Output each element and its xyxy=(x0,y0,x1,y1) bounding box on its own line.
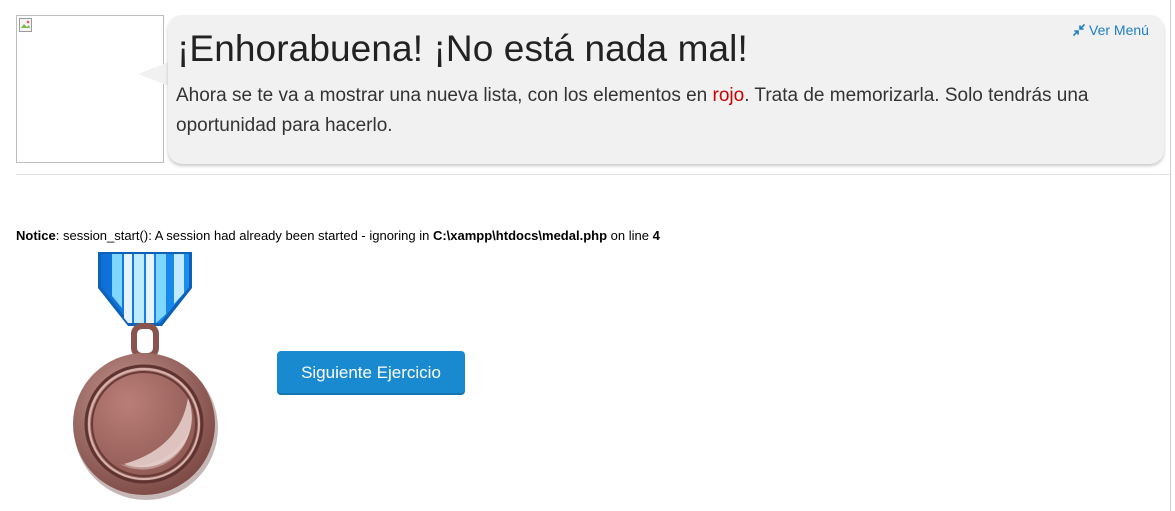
next-exercise-button[interactable]: Siguiente Ejercicio xyxy=(277,351,465,395)
notice-file-path: C:\xampp\htdocs\medal.php xyxy=(432,228,608,243)
notice-text-middle: on line xyxy=(607,228,653,243)
speech-bubble-tail xyxy=(138,62,169,86)
php-notice: Notice: session_start(): A session had a… xyxy=(16,228,660,243)
scroll-edge xyxy=(1170,0,1171,511)
avatar-image xyxy=(16,15,164,163)
broken-image-icon xyxy=(19,18,32,32)
page-title: ¡Enhorabuena! ¡No está nada mal! xyxy=(177,28,748,69)
view-menu-link[interactable]: Ver Menú xyxy=(1073,22,1149,38)
divider xyxy=(16,174,1170,175)
page: ¡Enhorabuena! ¡No está nada mal! Ahora s… xyxy=(0,0,1175,511)
compress-arrows-icon xyxy=(1073,24,1085,36)
instruction-text-part1: Ahora se te va a mostrar una nueva lista… xyxy=(176,85,713,106)
highlight-word: rojo xyxy=(712,85,745,106)
bronze-medal-icon xyxy=(73,252,218,500)
notice-text: : session_start(): A session had already… xyxy=(55,228,433,243)
notice-line-number: 4 xyxy=(652,228,660,243)
instruction-text: Ahora se te va a mostrar una nueva lista… xyxy=(176,81,1156,141)
view-menu-label: Ver Menú xyxy=(1089,22,1149,38)
notice-label: Notice xyxy=(16,228,56,243)
speech-bubble: ¡Enhorabuena! ¡No está nada mal! Ahora s… xyxy=(168,15,1164,164)
